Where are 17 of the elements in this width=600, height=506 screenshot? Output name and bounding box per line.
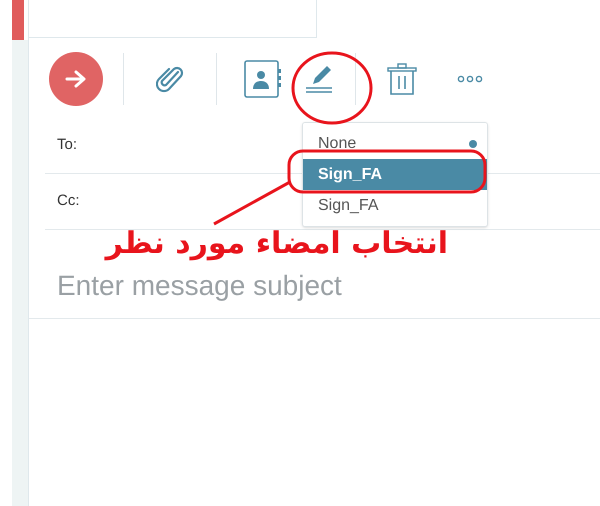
menu-item[interactable]: None (303, 128, 487, 159)
menu-item[interactable]: Sign_FA (303, 159, 487, 190)
paperclip-icon (156, 64, 184, 94)
send-button[interactable] (49, 52, 103, 106)
address-book-icon (244, 60, 282, 98)
pen-icon (304, 65, 334, 93)
field-label: Cc: (57, 191, 80, 212)
field-label: To: (57, 135, 78, 156)
annotation-text: انتخاب امضاء مورد نظر (103, 226, 448, 262)
ellipsis-icon (457, 75, 483, 83)
arrow-icon (65, 70, 87, 88)
trash-icon (387, 63, 417, 95)
accent-bar (12, 0, 24, 40)
menu-item[interactable]: Sign_FA (303, 190, 487, 221)
text-field[interactable] (29, 0, 317, 38)
subject-field[interactable]: Enter message subject (57, 266, 577, 306)
contacts-button[interactable] (243, 59, 283, 99)
